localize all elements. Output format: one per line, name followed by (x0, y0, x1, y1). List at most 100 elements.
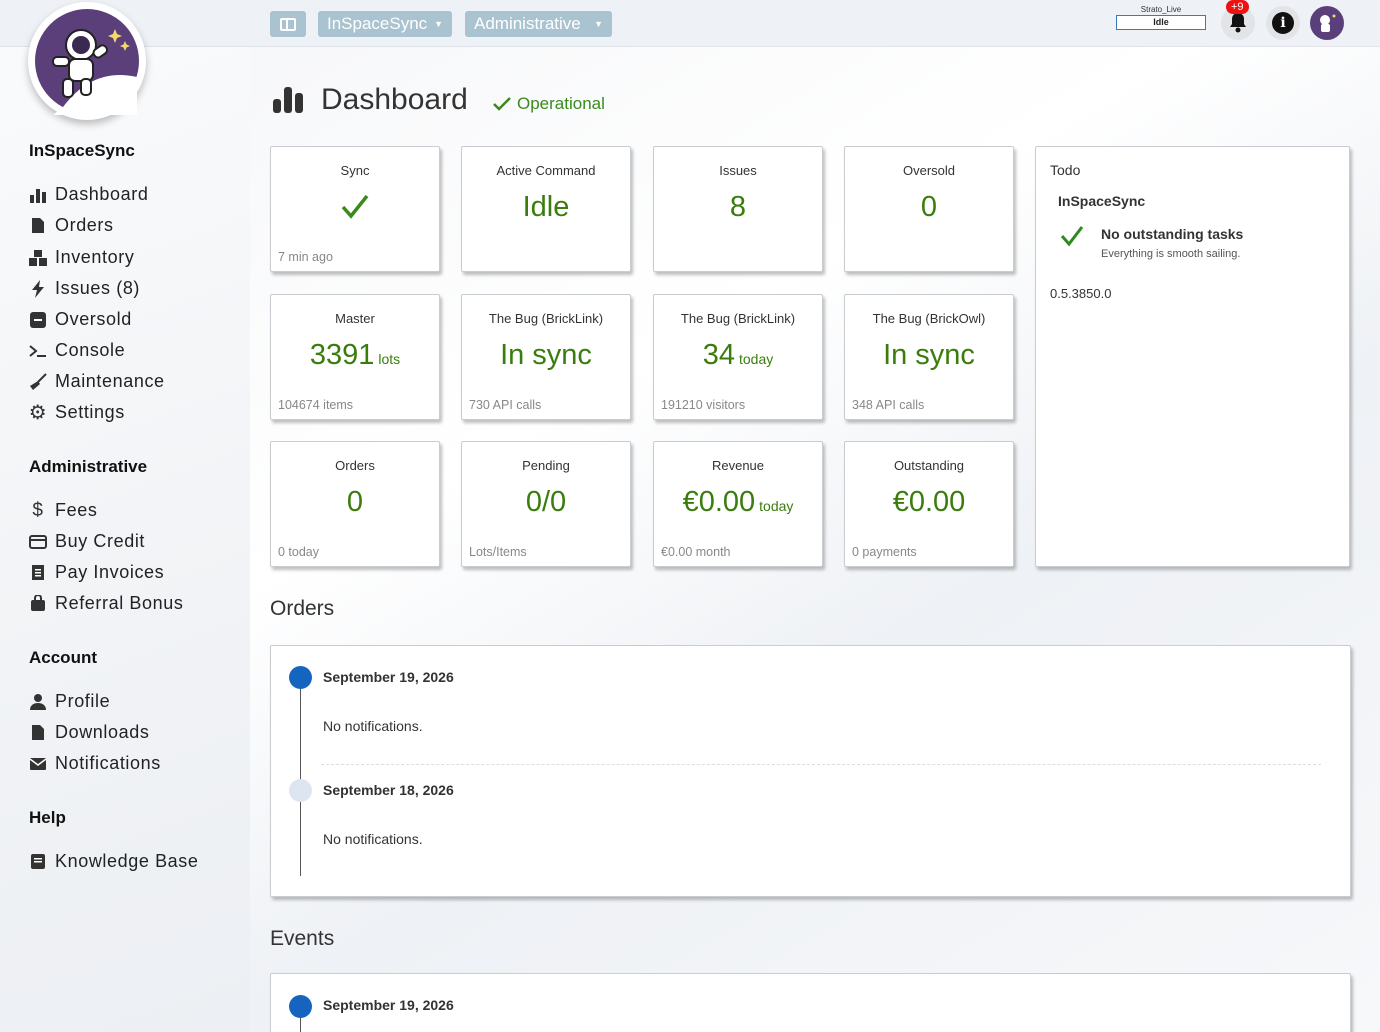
todo-app-name: InSpaceSync (1058, 193, 1146, 209)
app-menu-dropdown[interactable]: InSpaceSync ▼ (318, 11, 452, 37)
bolt-icon (29, 279, 47, 298)
gear-icon: ⚙ (28, 402, 48, 424)
sidebar-item-console[interactable]: Console (29, 340, 125, 361)
app-logo[interactable] (28, 2, 146, 120)
card-label: Active Command (496, 163, 596, 178)
admin-menu-label: Administrative (474, 14, 581, 33)
card-unit: today (739, 351, 774, 367)
card-subtext: 191210 visitors (661, 398, 746, 412)
card-value: 0 (920, 191, 938, 223)
info-button[interactable]: i (1266, 6, 1300, 40)
sidebar-item-fees[interactable]: $ Fees (29, 500, 97, 521)
app-menu-label: InSpaceSync (327, 14, 428, 33)
card-value: 8 (729, 191, 747, 223)
user-avatar[interactable] (1310, 6, 1344, 40)
sidebar-section-account: Account (29, 648, 97, 667)
boxes-icon (29, 249, 47, 267)
sidebar-item-knowledge-base[interactable]: Knowledge Base (29, 851, 199, 872)
dollar-icon: $ (32, 499, 44, 521)
card-label: Orders (335, 458, 375, 473)
sidebar-item-dashboard[interactable]: Dashboard (29, 184, 148, 205)
astronaut-avatar-icon (1313, 9, 1341, 37)
orders-section-title: Orders (270, 597, 335, 620)
sidebar-item-notifications[interactable]: Notifications (29, 753, 161, 774)
card-label: Revenue (711, 458, 765, 473)
card-value: 34 (702, 339, 735, 371)
sidebar-item-label: Maintenance (55, 371, 165, 391)
bricklink-visitors-card[interactable]: The Bug (BrickLink) 34 today 191210 visit… (653, 294, 823, 420)
card-subtext: €0.00 month (661, 545, 731, 559)
sidebar-item-inventory[interactable]: Inventory (29, 247, 134, 268)
pending-card[interactable]: Pending 0/0 Lots/Items (461, 441, 631, 567)
card-subtext: 730 API calls (469, 398, 542, 412)
panel-icon (280, 17, 296, 31)
timeline-message: No notifications. (323, 718, 423, 734)
card-subtext: Lots/Items (469, 545, 527, 559)
top-bar: InSpaceSync ▼ Administrative ▼ Strato_Li… (0, 0, 1380, 47)
bricklink-sync-card[interactable]: The Bug (BrickLink) In sync 730 API call… (461, 294, 631, 420)
sidebar-item-label: Pay Invoices (55, 562, 165, 582)
card-value-wrap: €0.00 today (654, 486, 822, 519)
sidebar-item-maintenance[interactable]: Maintenance (29, 371, 165, 392)
card-unit: lots (378, 351, 401, 367)
master-card[interactable]: Master 3391 lots 104674 items (270, 294, 440, 420)
card-label: Outstanding (893, 458, 965, 473)
sync-card[interactable]: Sync 7 min ago (270, 146, 440, 272)
card-value: In sync (500, 339, 592, 371)
todo-subtext: Everything is smooth sailing. (1101, 248, 1241, 260)
timeline-dot-active (289, 995, 312, 1018)
sidebar-item-downloads[interactable]: Downloads (29, 722, 149, 743)
brickowl-sync-card[interactable]: The Bug (BrickOwl) In sync 348 API calls (844, 294, 1014, 420)
sidebar-toggle-button[interactable] (270, 11, 306, 37)
server-state: Idle (1116, 15, 1206, 30)
outstanding-card[interactable]: Outstanding €0.00 0 payments (844, 441, 1014, 567)
card-value: €0.00 (682, 486, 756, 518)
sidebar-item-label: Notifications (55, 753, 161, 773)
sidebar-item-profile[interactable]: Profile (29, 691, 110, 712)
sidebar-item-label: Inventory (55, 247, 135, 267)
active-command-card[interactable]: Active Command Idle (461, 146, 631, 272)
card-label: The Bug (BrickOwl) (872, 311, 986, 326)
status-label: Operational (517, 94, 605, 113)
card-subtext: 348 API calls (852, 398, 925, 412)
sidebar-item-pay-invoices[interactable]: Pay Invoices (29, 562, 164, 583)
server-status[interactable]: Strato_Live Idle (1116, 5, 1206, 30)
sidebar-item-label: Orders (55, 215, 114, 235)
revenue-card[interactable]: Revenue €0.00 today €0.00 month (653, 441, 823, 567)
sidebar-item-orders[interactable]: Orders (29, 215, 114, 236)
card-subtext: 0 payments (852, 545, 917, 559)
credit-card-icon (29, 533, 47, 551)
card-label: The Bug (BrickLink) (488, 311, 604, 326)
sidebar-item-issues[interactable]: Issues (8) (29, 278, 140, 299)
orders-timeline: September 19, 2026 No notifications. Sep… (270, 645, 1351, 897)
sidebar-item-oversold[interactable]: Oversold (29, 309, 132, 330)
file-icon (29, 724, 47, 742)
card-unit: today (759, 498, 794, 514)
sidebar-item-label: Settings (55, 402, 125, 422)
sidebar-item-label: Fees (55, 500, 98, 520)
status-indicator: Operational (492, 94, 605, 114)
sidebar-item-buy-credit[interactable]: Buy Credit (29, 531, 145, 552)
sidebar-item-label: Oversold (55, 309, 132, 329)
sidebar-item-label: Console (55, 340, 126, 360)
events-section-title: Events (270, 927, 335, 950)
sidebar-item-label: Profile (55, 691, 111, 711)
sidebar-item-referral-bonus[interactable]: Referral Bonus (29, 593, 183, 614)
card-subtext: 104674 items (278, 398, 354, 412)
timeline-separator (321, 764, 1321, 765)
receipt-icon (29, 564, 47, 582)
card-value: 3391 (309, 339, 375, 371)
checkmark-icon (493, 97, 511, 111)
sidebar-item-label: Knowledge Base (55, 851, 199, 871)
card-value: €0.00 (892, 486, 966, 518)
terminal-icon (29, 342, 47, 360)
sidebar-item-settings[interactable]: ⚙ Settings (28, 402, 125, 424)
sidebar-section-help: Help (29, 808, 66, 827)
card-value: In sync (883, 339, 975, 371)
oversold-card[interactable]: Oversold 0 (844, 146, 1014, 272)
issues-card[interactable]: Issues 8 (653, 146, 823, 272)
timeline-dot-active (289, 666, 312, 689)
admin-menu-dropdown[interactable]: Administrative ▼ (465, 11, 612, 37)
events-timeline: September 19, 2026 (270, 973, 1351, 1032)
orders-card[interactable]: Orders 0 0 today (270, 441, 440, 567)
